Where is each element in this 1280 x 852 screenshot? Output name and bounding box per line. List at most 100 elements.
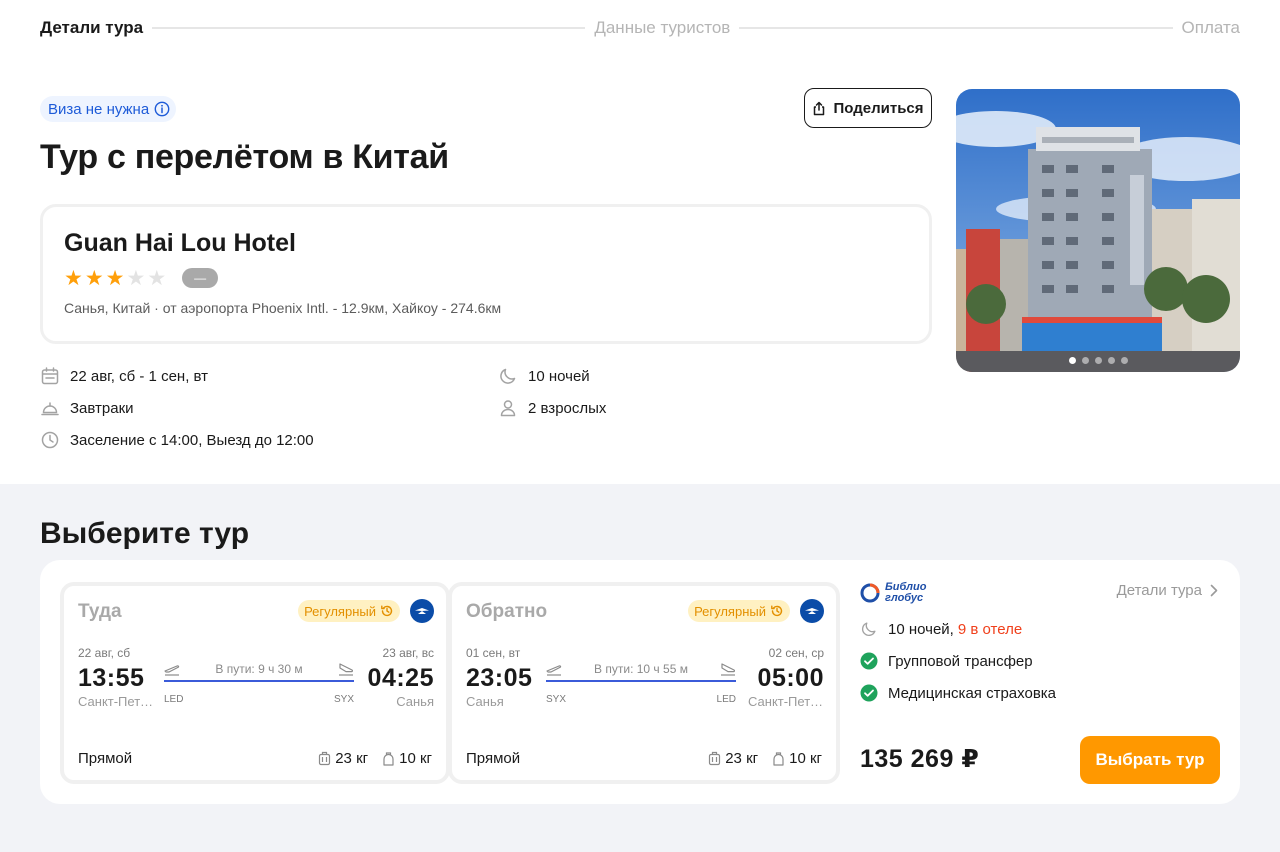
dep-city: Санья: [466, 694, 504, 709]
select-tour-button[interactable]: Выбрать тур: [1080, 736, 1220, 784]
suitcase-icon: [319, 751, 331, 766]
step-tourist-data[interactable]: Данные туристов: [594, 18, 730, 38]
hand-luggage-weight: 10 кг: [399, 750, 432, 767]
star-empty-icon: ★: [126, 266, 146, 290]
dep-time: 23:05: [466, 664, 533, 692]
step-payment[interactable]: Оплата: [1182, 18, 1240, 38]
cloche-icon: [41, 402, 59, 416]
flight-type-label: Регулярный: [694, 603, 766, 619]
tour-offer-card: Туда Регулярный 22 авг, сб 13:55 Санкт-П…: [40, 560, 1240, 804]
check-circle-icon: [860, 684, 878, 702]
offer-nights-label: 10 ночей,: [888, 620, 954, 638]
share-button-label: Поделиться: [833, 99, 924, 117]
offer-transfer-label: Групповой трансфер: [888, 652, 1033, 670]
dep-airport-code: LED: [164, 694, 184, 705]
guests-text: 2 взрослых: [528, 399, 607, 417]
flight-return[interactable]: Обратно Регулярный 01 сен, вт 23:05 Сань…: [448, 582, 840, 784]
nights-text: 10 ночей: [528, 367, 590, 385]
flight-route: В пути: 9 ч 30 м LED SYX: [164, 662, 354, 705]
flight-duration: В пути: 10 ч 55 м: [594, 662, 688, 676]
meals-item: Завтраки: [40, 398, 134, 418]
share-icon: [814, 101, 825, 115]
airline-logo: [410, 599, 434, 623]
route-line: [164, 680, 354, 682]
route-line: [546, 680, 736, 682]
carousel-dot[interactable]: [1081, 357, 1089, 364]
arr-airport-code: LED: [716, 694, 736, 705]
dates-text: 22 авг, сб - 1 сен, вт: [70, 367, 209, 385]
hotel-name[interactable]: Guan Hai Lou Hotel: [64, 229, 908, 258]
flight-kind: Прямой: [78, 750, 133, 767]
step-tour-details[interactable]: Детали тура: [40, 18, 143, 38]
baggage-weight: 23 кг: [725, 750, 759, 767]
flight-type-label: Регулярный: [304, 603, 376, 619]
star-filled-icon: ★: [105, 266, 125, 290]
guests-item: 2 взрослых: [498, 398, 606, 418]
visa-badge-label: Виза не нужна: [48, 100, 150, 118]
flight-type-badge: Регулярный: [688, 600, 790, 622]
user-icon: [500, 400, 516, 417]
info-icon: [154, 101, 170, 117]
check-circle-icon: [860, 652, 878, 670]
offer-nights: 10 ночей, 9 в отеле: [860, 620, 1022, 638]
offer-insurance-label: Медицинская страховка: [888, 684, 1057, 702]
page-title: Тур с перелётом в Китай: [40, 138, 449, 176]
nights-item: 10 ночей: [498, 366, 590, 386]
flight-outbound[interactable]: Туда Регулярный 22 авг, сб 13:55 Санкт-П…: [60, 582, 450, 784]
hand-luggage-icon: [383, 752, 394, 766]
visa-badge[interactable]: Виза не нужна: [40, 96, 177, 122]
calendar-icon: [41, 367, 59, 385]
operator-logo-line2: глобус: [885, 592, 924, 604]
history-icon: [771, 605, 783, 617]
offer-nights-in-hotel: 9 в отеле: [957, 620, 1023, 638]
baggage-info: 23 кг 10 кг: [318, 750, 432, 767]
arr-time: 05:00: [757, 664, 824, 692]
share-button[interactable]: Поделиться: [804, 88, 932, 128]
flight-duration: В пути: 9 ч 30 м: [215, 662, 303, 676]
arr-date: 23 авг, вс: [382, 646, 434, 660]
history-icon: [381, 605, 393, 617]
carousel-dot[interactable]: [1107, 357, 1115, 364]
airline-wings-icon: [415, 608, 429, 614]
dates-item: 22 авг, сб - 1 сен, вт: [40, 366, 208, 386]
star-filled-icon: ★: [64, 266, 83, 290]
hotel-photo: [956, 89, 1240, 372]
stepper-divider: [152, 27, 586, 29]
hotel-photo-carousel[interactable]: [956, 89, 1240, 372]
offer-insurance: Медицинская страховка: [860, 684, 1056, 702]
flight-type-badge: Регулярный: [298, 600, 400, 622]
carousel-dot[interactable]: [1094, 357, 1102, 364]
hotel-stars: ★ ★ ★ ★ ★: [64, 268, 166, 289]
flight-kind: Прямой: [466, 750, 521, 767]
arr-airport-code: SYX: [333, 694, 354, 705]
star-empty-icon: ★: [147, 266, 167, 290]
carousel-dots: [956, 357, 1240, 364]
tour-details-link-label: Детали тура: [1116, 582, 1202, 599]
arr-time: 04:25: [367, 664, 434, 692]
carousel-dot[interactable]: [1120, 357, 1128, 364]
tour-details-link[interactable]: Детали тура: [1117, 582, 1218, 599]
airline-wings-icon: [805, 608, 819, 614]
arr-city: Санкт-Петербург: [748, 694, 824, 709]
chevron-right-icon: [1210, 584, 1218, 597]
rating-badge: —: [182, 268, 219, 288]
flight-route: В пути: 10 ч 55 м SYX LED: [546, 662, 736, 705]
offer-transfer: Групповой трансфер: [860, 652, 1033, 670]
meals-text: Завтраки: [70, 399, 134, 417]
tour-price: 135 269 ₽: [860, 745, 980, 773]
hotel-card: Guan Hai Lou Hotel ★ ★ ★ ★ ★ — Санья, Китай …: [40, 204, 932, 344]
choose-tour-section: Выберите тур Туда Регулярный 22 авг, сб …: [0, 484, 1280, 852]
hand-luggage-icon: [773, 752, 784, 766]
flight-direction: Обратно: [466, 601, 548, 622]
checkin-text: Заселение с 14:00, Выезд до 12:00: [70, 431, 314, 449]
checkin-item: Заселение с 14:00, Выезд до 12:00: [40, 430, 314, 450]
carousel-dot[interactable]: [1068, 357, 1076, 364]
arr-date: 02 сен, ср: [768, 646, 824, 660]
baggage-info: 23 кг 10 кг: [708, 750, 822, 767]
tour-operator-logo: Библио глобус: [860, 580, 930, 606]
moon-icon: [861, 622, 876, 637]
dep-date: 22 авг, сб: [78, 646, 131, 660]
landing-icon: [721, 663, 736, 676]
landing-icon: [339, 663, 354, 676]
arr-city: Санья: [396, 694, 434, 709]
